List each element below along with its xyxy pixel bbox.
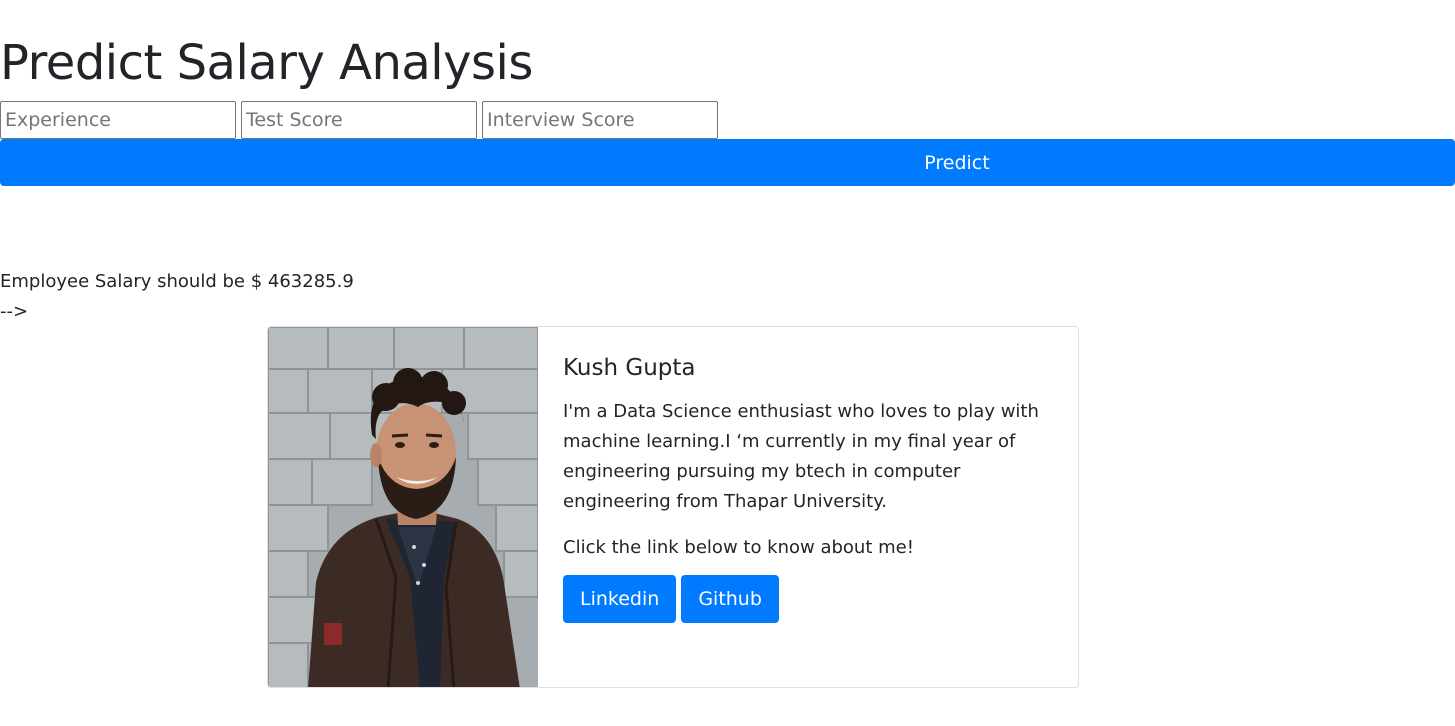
profile-card: Kush Gupta I'm a Data Science enthusiast… <box>267 326 1079 688</box>
profile-cta: Click the link below to know about me! <box>563 537 914 558</box>
stray-comment-text: --> <box>0 301 29 322</box>
profile-card-body: Kush Gupta I'm a Data Science enthusiast… <box>538 327 1078 687</box>
profile-links: Linkedin Github <box>563 575 1054 623</box>
interview-score-input[interactable] <box>482 101 718 139</box>
page: Predict Salary Analysis Predict Employee… <box>0 0 1455 726</box>
experience-input[interactable] <box>0 101 236 139</box>
test-score-input[interactable] <box>241 101 477 139</box>
profile-name: Kush Gupta <box>563 355 696 381</box>
salary-result: Employee Salary should be $ 463285.9 <box>0 271 354 292</box>
page-title: Predict Salary Analysis <box>0 35 533 91</box>
profile-photo <box>268 327 538 687</box>
salary-form <box>0 101 718 139</box>
linkedin-button[interactable]: Linkedin <box>563 575 677 623</box>
github-button[interactable]: Github <box>681 575 779 623</box>
predict-button[interactable]: Predict <box>0 139 1455 186</box>
profile-bio: I'm a Data Science enthusiast who loves … <box>563 401 1039 512</box>
